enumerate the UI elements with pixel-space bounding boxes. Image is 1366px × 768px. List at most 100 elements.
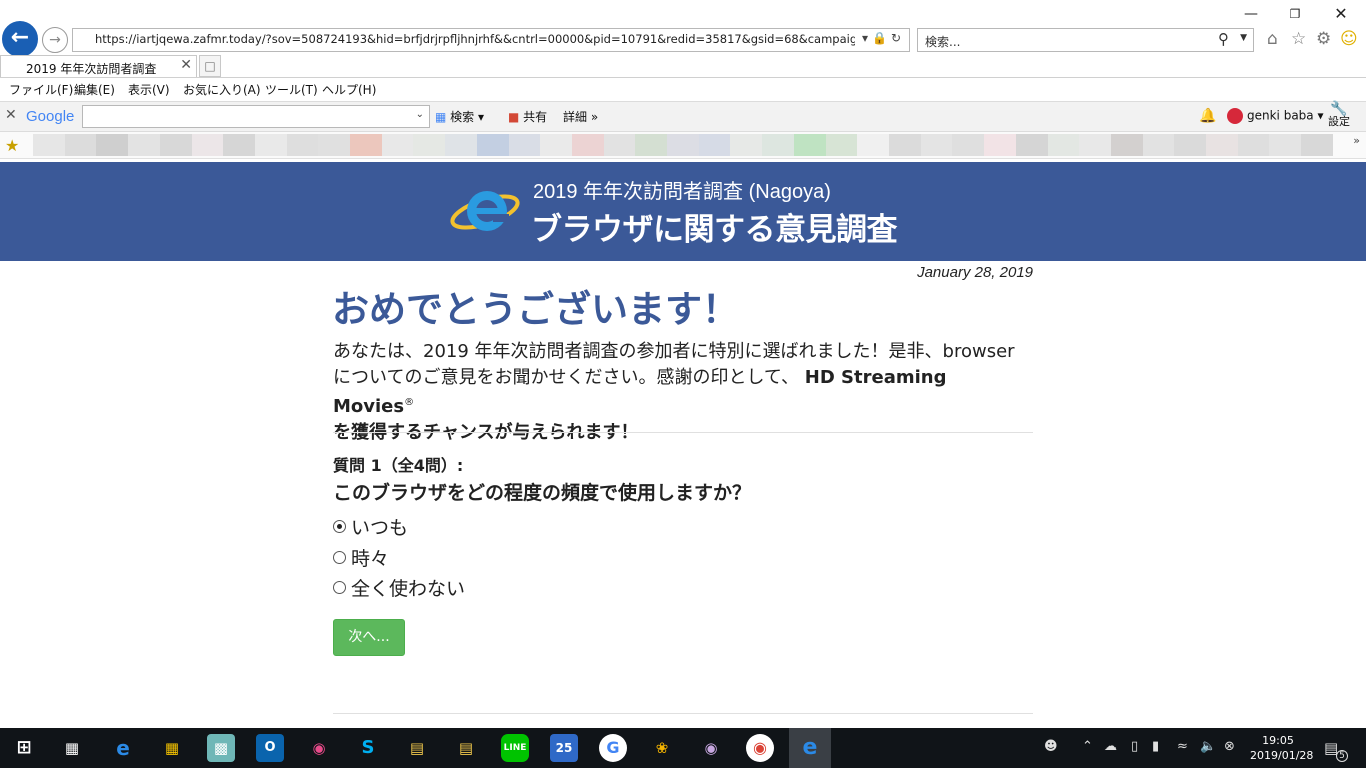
menu-favorites[interactable]: お気に入り(A) (183, 81, 261, 98)
favorites-bar: ★ » (0, 132, 1366, 159)
google-search-input[interactable]: ⌄ (82, 105, 430, 128)
windows-start-icon[interactable]: ⊞ (10, 734, 38, 762)
user-name: genki baba (1247, 108, 1314, 123)
divider (333, 432, 1033, 433)
share-label: 共有 (523, 110, 548, 124)
search-icon[interactable]: ⚲ (1218, 30, 1229, 48)
user-account-button[interactable]: genki baba ▾ (1227, 108, 1324, 124)
more-button[interactable]: 詳細 » (563, 108, 598, 125)
site-header: 2019 年年次訪問者調査 (Nagoya) ブラウザに関する意見調査 (0, 162, 1366, 261)
notification-count: 5 (1336, 750, 1348, 762)
browser-search-box[interactable]: 検索... ⚲ ▼ (917, 28, 1254, 52)
favorites-items-redacted[interactable] (33, 134, 1333, 156)
chevron-down-icon[interactable]: ⌄ (416, 109, 424, 120)
avatar (1227, 108, 1243, 124)
line-icon[interactable]: LINE (501, 734, 529, 762)
onedrive-cloud-icon[interactable]: ☁ (1104, 739, 1117, 754)
gear-icon[interactable]: ⚙ (1316, 29, 1331, 49)
google-toolbar: ✕ Google ⌄ ▦ 検索 ▾ ■ 共有 詳細 » 🔔 genki baba… (0, 101, 1366, 132)
remote-desktop-icon[interactable]: ▩ (207, 734, 235, 762)
browser-chrome: — ❐ ✕ ← → https://iartjqewa.zafmr.today/… (0, 0, 1366, 161)
minimize-icon[interactable]: — (1240, 4, 1262, 24)
menu-edit[interactable]: 編集(E) (74, 81, 115, 98)
battery-icon[interactable]: ▮ (1152, 739, 1159, 754)
lock-icon[interactable]: 🔒 (872, 31, 891, 45)
menu-bar: ファイル(F) 編集(E) 表示(V) お気に入り(A) ツール(T) ヘルプ(… (0, 79, 1366, 99)
radio-button[interactable] (333, 581, 346, 594)
refresh-icon[interactable]: ↻ (891, 31, 905, 45)
radio-button-checked[interactable] (333, 520, 346, 533)
close-icon[interactable]: ✕ (180, 57, 192, 73)
add-favorite-icon[interactable]: ★ (5, 136, 19, 155)
calendar-icon[interactable]: 25 (550, 734, 578, 762)
option-always[interactable]: いつも (333, 513, 408, 540)
google-icon[interactable]: G (599, 734, 627, 762)
paint-icon[interactable]: ◉ (305, 734, 333, 762)
question-number: 質問 1（全4問）: (333, 456, 464, 475)
ie-logo-icon (450, 191, 520, 231)
photos-pinwheel-icon[interactable]: ❀ (648, 734, 676, 762)
option-never[interactable]: 全く使わない (333, 574, 465, 601)
people-icon[interactable]: ☻ (1044, 739, 1058, 754)
forward-button[interactable]: → (42, 27, 68, 53)
paint-palette-icon[interactable]: ◉ (697, 734, 725, 762)
gplus-icon: ■ (508, 110, 520, 124)
radio-button[interactable] (333, 551, 346, 564)
google-search-label: 検索 (450, 110, 475, 124)
home-icon[interactable]: ⌂ (1267, 29, 1278, 49)
chevron-up-icon[interactable]: ⌃ (1082, 739, 1093, 754)
skype-icon[interactable]: S (354, 734, 382, 762)
close-window-icon[interactable]: ✕ (1330, 4, 1352, 24)
share-button[interactable]: ■ 共有 (508, 108, 547, 125)
menu-tools[interactable]: ツール(T) (265, 81, 318, 98)
outlook-icon[interactable]: O (256, 734, 284, 762)
wifi-icon[interactable]: ≈ (1177, 739, 1188, 754)
divider (333, 713, 1033, 714)
smiley-feedback-icon[interactable]: ☺ (1340, 29, 1358, 49)
restore-icon[interactable]: ❐ (1284, 4, 1306, 24)
new-tab-icon: □ (204, 59, 216, 73)
option-sometimes[interactable]: 時々 (333, 544, 389, 571)
chevron-down-icon[interactable]: ▼ (1240, 33, 1247, 43)
menu-help[interactable]: ヘルプ(H) (322, 81, 376, 98)
network-folder-icon[interactable]: ▤ (452, 734, 480, 762)
google-search-button[interactable]: ▦ 検索 ▾ (435, 108, 484, 125)
store-icon[interactable]: ▦ (158, 734, 186, 762)
new-tab-button[interactable]: □ (199, 55, 221, 77)
volume-icon[interactable]: 🔈 (1200, 739, 1216, 754)
option-label: 時々 (351, 548, 390, 570)
google-logo: Google (26, 108, 75, 125)
menu-file[interactable]: ファイル(F) (9, 81, 73, 98)
bell-icon[interactable]: 🔔 (1199, 108, 1216, 124)
usb-icon[interactable]: ▯ (1131, 739, 1138, 754)
option-label: いつも (351, 517, 409, 539)
settings-button[interactable]: 🔧 設定 (1328, 102, 1350, 128)
task-view-icon[interactable]: ▦ (58, 734, 86, 762)
google-g-icon: ▦ (435, 110, 447, 124)
file-explorer-icon[interactable]: ▤ (403, 734, 431, 762)
address-url[interactable]: https://iartjqewa.zafmr.today/?sov=50872… (95, 32, 855, 50)
internet-explorer-icon[interactable]: e (789, 728, 831, 768)
ime-off-icon[interactable]: ⊗ (1224, 739, 1235, 754)
favorites-star-icon[interactable]: ☆ (1291, 29, 1306, 49)
registered-mark: ® (404, 397, 415, 408)
arrow-right-icon: → (49, 32, 61, 48)
dropdown-icon[interactable]: ▾ (862, 31, 872, 45)
arrow-left-icon: ← (10, 25, 30, 50)
close-icon[interactable]: ✕ (5, 107, 17, 123)
tabstrip-divider (0, 77, 1366, 78)
address-bar[interactable]: https://iartjqewa.zafmr.today/?sov=50872… (72, 28, 910, 52)
header-title: ブラウザに関する意見調査 (531, 212, 898, 248)
chrome-icon[interactable]: ◉ (746, 734, 774, 762)
clock[interactable]: 19:05 2019/01/28 (1250, 733, 1313, 763)
menu-view[interactable]: 表示(V) (128, 81, 170, 98)
page-title: おめでとうございます！ (332, 288, 739, 331)
option-label: 全く使わない (351, 578, 466, 600)
next-button[interactable]: 次へ... (333, 619, 405, 656)
edge-icon[interactable]: e (109, 734, 137, 762)
back-button[interactable]: ← (2, 21, 38, 57)
search-placeholder: 検索... (925, 35, 961, 49)
more-label: 詳細 (563, 110, 588, 124)
chevron-double-right-icon[interactable]: » (1353, 134, 1360, 147)
tab-active[interactable]: 2019 年年次訪問者調査 ✕ (0, 55, 197, 78)
